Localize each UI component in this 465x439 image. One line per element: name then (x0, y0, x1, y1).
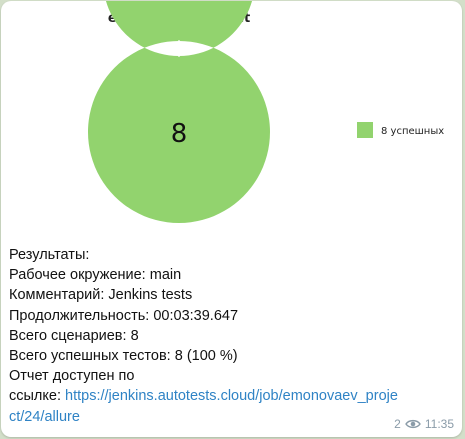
passed-tests-line: Всего успешных тестов: 8 (100 %) (9, 346, 459, 366)
line-value: main (149, 267, 182, 284)
view-count: 2 (394, 417, 401, 431)
report-intro-text: Отчет доступен по (9, 368, 135, 385)
report-intro-text-2: ссылке: (9, 388, 61, 405)
line-label: Результаты: (9, 247, 90, 263)
line-value: 8 (130, 327, 139, 344)
line-label: Продолжительность: (9, 307, 150, 324)
environment-line: Рабочее окружение: main (9, 265, 459, 285)
report-link-part-2: ct/24/allure (9, 408, 80, 425)
message-meta: 2 11:35 (394, 417, 454, 431)
chart-slice-0 (87, 1, 270, 223)
donut-chart: emonovaev_project 8 8 успешных (87, 1, 444, 223)
line-value: 00:03:39.647 (153, 307, 239, 324)
report-link-block: ссылке: https://jenkins.autotests.cloud/… (9, 386, 459, 426)
chart-center-value: 8 (171, 119, 188, 149)
report-intro-line: Отчет доступен по (9, 366, 459, 386)
chart-image[interactable]: emonovaev_project 8 8 успешных (1, 1, 462, 237)
scenarios-line: Всего сценариев: 8 (9, 326, 459, 346)
message-text: Результаты: Рабочее окружение: main Комм… (9, 245, 459, 427)
line-label: Комментарий: (9, 287, 105, 304)
line-value: Jenkins tests (108, 287, 193, 304)
message-time: 11:35 (424, 417, 454, 431)
results-heading: Результаты: (9, 245, 459, 265)
legend-swatch-0 (357, 122, 373, 138)
line-value: 8 (100 %) (174, 348, 238, 365)
report-link[interactable]: https://jenkins.autotests.cloud/job/emon… (9, 388, 398, 424)
line-label: Всего успешных тестов: (9, 348, 171, 365)
report-link-part-1: https://jenkins.autotests.cloud/job/emon… (65, 388, 398, 405)
duration-line: Продолжительность: 00:03:39.647 (9, 306, 459, 326)
eye-icon (405, 419, 421, 429)
comment-line: Комментарий: Jenkins tests (9, 285, 459, 305)
line-label: Рабочее окружение: (9, 267, 146, 284)
legend-label-0: 8 успешных (381, 126, 444, 137)
line-label: Всего сценариев: (9, 327, 127, 344)
message-bubble: emonovaev_project 8 8 успешных Результат… (1, 1, 462, 437)
